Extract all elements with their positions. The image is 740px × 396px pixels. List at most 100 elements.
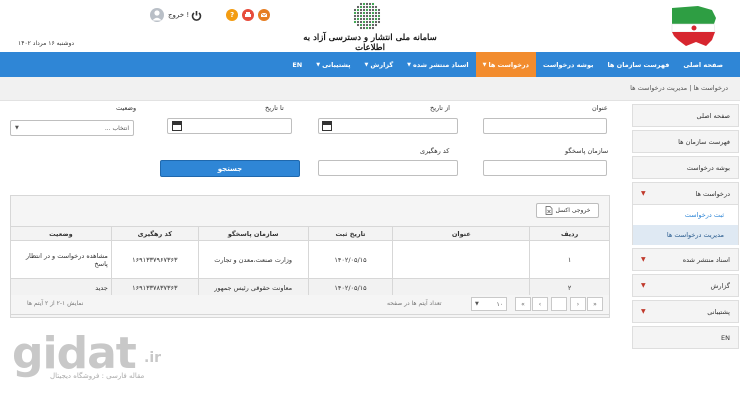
sidebar-subitem-manage-requests[interactable]: مدیریت درخواست ها (632, 225, 739, 245)
status-select[interactable]: انتخاب ... ▼ (10, 120, 134, 136)
last-page-icon[interactable]: « (515, 297, 531, 311)
to-date-input[interactable] (167, 118, 292, 134)
column-header-date[interactable]: تاریخ ثبت (307, 226, 394, 241)
sidebar-item-en[interactable]: EN (632, 326, 739, 349)
logout-link[interactable]: خروج ! (168, 10, 202, 21)
logo-dot (356, 11, 360, 15)
tracking-code-input[interactable] (318, 160, 458, 176)
sidebar-subitem-new-request[interactable]: ثبت درخواست (632, 205, 739, 225)
logo-dot (362, 11, 366, 15)
help-icon[interactable]: ? (226, 9, 239, 21)
logo-dot (374, 5, 378, 9)
watermark-tagline: مقاله فارسی : فروشگاه دیجیتال (50, 372, 145, 380)
cell-status: مشاهده درخواست و در انتظار پاسخ (10, 240, 112, 279)
user-avatar-icon[interactable] (150, 8, 164, 22)
sidebar-item-request-folder[interactable]: بوشه درخواست (632, 156, 739, 179)
search-button[interactable]: جستجو (160, 160, 300, 177)
nav-item[interactable]: بوشه درخواست (536, 52, 600, 77)
iran-flag-logo (671, 6, 716, 46)
cell-row-number: ۲ (529, 278, 610, 297)
nav-item[interactable]: گزارش ▼ (358, 52, 401, 77)
cell-date: ۱۴۰۲/۰۵/۱۵ (307, 278, 394, 297)
logo-dot (374, 20, 378, 24)
logo-dot (374, 14, 378, 18)
cell-status: جدید (10, 278, 112, 297)
table-row[interactable]: ۱ ۱۴۰۲/۰۵/۱۵ وزارت صنعت،معدن و تجارت ۱۶۹… (10, 240, 610, 279)
chevron-down-icon: ▼ (475, 301, 479, 307)
page-number-input[interactable] (551, 297, 567, 311)
excel-export-label: خروجی اکسل (555, 207, 591, 214)
sidebar-item-label: صفحه اصلی (696, 111, 730, 120)
calendar-icon[interactable] (172, 121, 182, 131)
title-input[interactable] (483, 118, 607, 134)
logo-dot (368, 23, 372, 27)
sidebar-item-support[interactable]: پشتیبانی ▼ (632, 300, 739, 323)
logo-dot (371, 11, 375, 15)
from-date-input[interactable] (318, 118, 458, 134)
sidebar-item-requests[interactable]: درخواست ها ▼ (632, 182, 739, 205)
logo-dot (371, 2, 375, 6)
table-row[interactable]: ۲ ۱۴۰۲/۰۵/۱۵ معاونت حقوقی رئیس جمهور ۱۶۹… (10, 278, 610, 297)
nav-items: صفحه اصلی فهرست سازمان ها بوشه درخواست درخو… (285, 52, 730, 77)
logo-dot (362, 5, 366, 9)
table-header-row: ردیف عنوان تاریخ ثبت سازمان پاسخگو کد ره… (10, 226, 610, 241)
logo-dot (365, 20, 369, 24)
logo-dot (377, 11, 381, 15)
sidebar-item-published-docs[interactable]: اسناد منتشر شده ▼ (632, 248, 739, 271)
page-size-select[interactable]: ▼ ۱۰ (471, 297, 507, 311)
logo-dot (359, 5, 363, 9)
chevron-down-icon: ▼ (482, 61, 487, 68)
nav-item[interactable]: پشتیبانی ▼ (309, 52, 357, 77)
logo-dot (362, 14, 366, 18)
logo-dot (365, 2, 369, 6)
first-page-icon[interactable]: » (587, 297, 603, 311)
logo-dot (365, 5, 369, 9)
logo-dot (359, 17, 363, 21)
excel-export-button[interactable]: خروجی اکسل (536, 203, 599, 218)
print-icon[interactable] (242, 9, 255, 21)
responder-org-label: سازمان پاسخگو (565, 147, 609, 155)
column-header-row-number[interactable]: ردیف (529, 226, 610, 241)
from-date-label: از تاریخ (430, 104, 450, 112)
column-header-title[interactable]: عنوان (392, 226, 531, 241)
column-header-status[interactable]: وضعیت (10, 226, 112, 241)
cell-responder: وزارت صنعت،معدن و تجارت (197, 240, 309, 279)
system-title: سامانه ملی انتشار و دسترسی آزاد به اطلاع… (303, 33, 437, 53)
logo-dot (362, 23, 366, 27)
prev-page-icon[interactable]: › (570, 297, 586, 311)
logo-dot (365, 17, 369, 21)
nav-item[interactable]: اسناد منتشر شده ▼ (400, 52, 475, 77)
breadcrumb-text[interactable]: درخواست ها | مدیریت درخواست ها (630, 84, 728, 92)
logo-dot (368, 26, 372, 30)
column-header-responder[interactable]: سازمان پاسخگو (197, 226, 309, 241)
nav-item-label: درخواست ها (488, 60, 530, 69)
mail-icon[interactable] (258, 9, 271, 21)
nav-item-label: پشتیبانی (322, 60, 351, 69)
logo-dot (359, 2, 363, 6)
nav-item[interactable]: درخواست ها ▼ (475, 52, 537, 77)
logo-dot (371, 26, 375, 30)
logo-dot (368, 5, 372, 9)
sidebar-item-home[interactable]: صفحه اصلی (632, 104, 739, 127)
next-page-icon[interactable]: ‹ (532, 297, 548, 311)
cell-date: ۱۴۰۲/۰۵/۱۵ (307, 240, 394, 279)
logo-dot (374, 11, 378, 15)
nav-item[interactable]: فهرست سازمان ها (600, 52, 676, 77)
cell-responder: معاونت حقوقی رئیس جمهور (197, 278, 309, 297)
nav-item-label: فهرست سازمان ها (607, 60, 670, 69)
logout-label: خروج ! (168, 11, 190, 19)
sidebar-item-organizations[interactable]: فهرست سازمان ها (632, 130, 739, 153)
column-header-tracking-code[interactable]: کد رهگیری (110, 226, 199, 241)
tracking-code-label: کد رهگیری (420, 147, 450, 155)
logo-dot (371, 14, 375, 18)
nav-item[interactable]: EN (285, 52, 309, 77)
sidebar-item-label: بوشه درخواست (686, 163, 730, 172)
nav-item[interactable]: صفحه اصلی (676, 52, 730, 77)
calendar-icon[interactable] (322, 121, 332, 131)
sidebar-item-reports[interactable]: گزارش ▼ (632, 274, 739, 297)
logo-dot (359, 14, 363, 18)
responder-org-input[interactable] (483, 160, 607, 176)
file-icon (545, 206, 552, 215)
logo-dot (371, 17, 375, 21)
logo-dot (356, 8, 360, 12)
